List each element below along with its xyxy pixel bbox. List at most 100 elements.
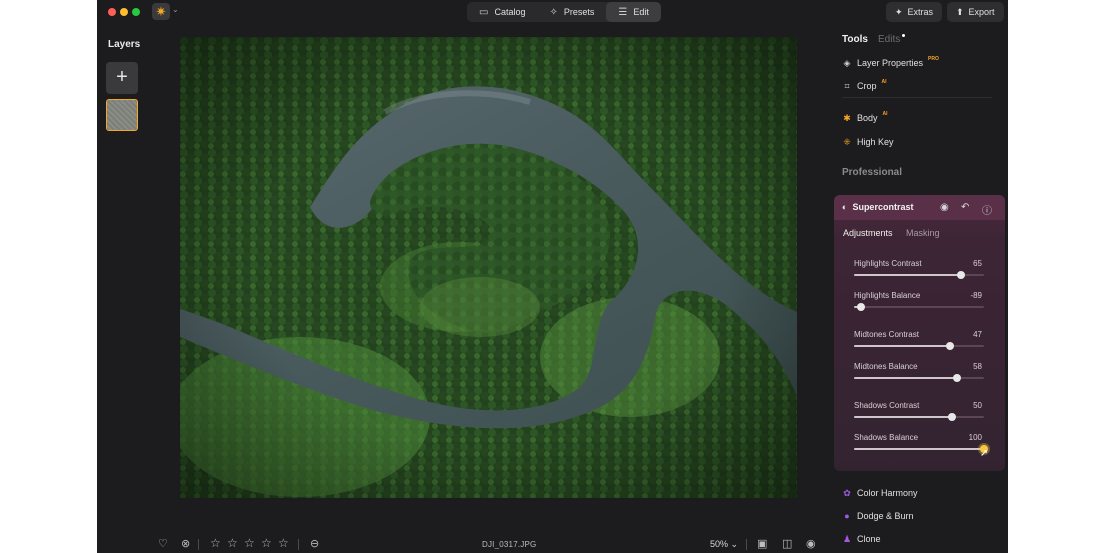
layer-thumbnail[interactable] xyxy=(106,99,138,131)
ai-badge: AI xyxy=(882,111,888,117)
tool-dodge-burn[interactable]: ● Dodge & Burn xyxy=(842,509,914,523)
undo-icon[interactable]: ↶ xyxy=(961,202,969,213)
clone-icon: ♟ xyxy=(842,533,852,544)
slider-fill xyxy=(854,377,957,379)
tool-label: Dodge & Burn xyxy=(857,511,914,521)
presets-tab[interactable]: ✧ Presets xyxy=(537,2,606,22)
sparkle-icon: ✦ xyxy=(895,6,903,17)
extras-label: Extras xyxy=(907,7,934,17)
preview-eye-icon[interactable]: ◉ xyxy=(806,537,816,550)
star-3-icon[interactable]: ☆ xyxy=(244,536,255,550)
supercontrast-panel: ◐ Supercontrast ◉ ↶ ⓘ Adjustments Maskin… xyxy=(834,195,1005,471)
slider-track[interactable] xyxy=(854,445,988,453)
bottom-toolbar: ♡ ⊗ ☆ ☆ ☆ ☆ ☆ ⊖ DJI_0317.JPG 50% ⌄ ▣ ◫ ◉ xyxy=(97,533,837,553)
contrast-icon: ◐ xyxy=(842,202,848,212)
folder-icon: ▭ xyxy=(479,6,489,18)
body-icon: ✱ xyxy=(843,112,851,123)
side-by-side-icon[interactable]: ◫ xyxy=(782,537,792,550)
slider-value: 65 xyxy=(973,259,982,268)
tool-label: Color Harmony xyxy=(857,488,918,498)
tool-high-key[interactable]: ⁜ High Key xyxy=(842,135,894,149)
slider-fill xyxy=(854,416,952,418)
add-layer-button[interactable]: + xyxy=(106,62,138,94)
slider-value: 47 xyxy=(973,330,982,339)
file-name: DJI_0317.JPG xyxy=(482,540,537,549)
slider-track[interactable] xyxy=(854,413,984,421)
visibility-eye-icon[interactable]: ◉ xyxy=(940,202,949,213)
pointer-cursor-icon: ➚ xyxy=(980,448,989,459)
slider-knob[interactable] xyxy=(857,303,866,311)
slider-track[interactable] xyxy=(854,342,984,350)
compare-split-icon[interactable]: ▣ xyxy=(757,537,767,550)
slider-knob[interactable] xyxy=(957,271,966,279)
layers-icon: ◈ xyxy=(843,57,851,68)
slider-label: Midtones Contrast xyxy=(854,330,919,339)
slider-label: Shadows Balance xyxy=(854,433,919,442)
star-2-icon[interactable]: ☆ xyxy=(227,536,238,550)
slider-label: Highlights Balance xyxy=(854,291,921,300)
minus-circle-icon[interactable]: ⊖ xyxy=(310,537,319,550)
color-harmony-icon: ✿ xyxy=(843,487,851,498)
tool-crop[interactable]: ⌗ Crop AI xyxy=(842,79,886,93)
pro-badge: PRO xyxy=(928,56,939,62)
slider-track[interactable] xyxy=(854,303,984,311)
sun-logo-icon[interactable]: ✷ xyxy=(152,3,170,20)
extras-button[interactable]: ✦ Extras xyxy=(886,2,943,22)
photo-canvas[interactable] xyxy=(180,37,797,498)
aerial-forest-river-photo xyxy=(180,37,797,498)
slider-label: Highlights Contrast xyxy=(854,259,922,268)
mode-switcher: ▭ Catalog ✧ Presets ☰ Edit xyxy=(467,2,661,22)
tool-label: High Key xyxy=(857,137,894,147)
tab-edits[interactable]: Edits xyxy=(878,34,900,45)
star-5-icon[interactable]: ☆ xyxy=(278,536,289,550)
supercontrast-header[interactable]: ◐ Supercontrast ◉ ↶ ⓘ xyxy=(834,195,1005,220)
slider-knob[interactable] xyxy=(945,342,954,350)
export-button[interactable]: ⬆ Export xyxy=(947,2,1004,22)
tool-color-harmony[interactable]: ✿ Color Harmony xyxy=(842,486,918,500)
star-4-icon[interactable]: ☆ xyxy=(261,536,272,550)
high-key-icon: ⁜ xyxy=(843,136,851,147)
sliders-icon: ☰ xyxy=(618,6,628,18)
toolbar-divider xyxy=(746,539,747,550)
slider-knob[interactable] xyxy=(952,374,961,382)
layers-title: Layers xyxy=(108,39,141,50)
info-icon[interactable]: ⓘ xyxy=(982,202,992,217)
reject-icon[interactable]: ⊗ xyxy=(181,537,190,550)
export-label: Export xyxy=(968,7,995,17)
minimize-window-button[interactable] xyxy=(120,8,128,16)
tab-tools[interactable]: Tools xyxy=(842,34,868,45)
section-divider xyxy=(842,97,992,98)
chevron-down-icon[interactable]: ⌄ xyxy=(172,5,179,14)
slider-value: 58 xyxy=(973,362,982,371)
catalog-tab-label: Catalog xyxy=(494,7,526,17)
slider-fill xyxy=(854,345,950,347)
slider-fill xyxy=(854,274,962,276)
tool-body[interactable]: ✱ Body AI xyxy=(842,111,888,125)
crop-icon: ⌗ xyxy=(844,80,850,91)
plus-icon: + xyxy=(116,66,128,88)
zoom-window-button[interactable] xyxy=(132,8,140,16)
slider-value: 50 xyxy=(973,401,982,410)
slider-knob[interactable] xyxy=(947,413,956,421)
zoom-dropdown[interactable]: 50% ⌄ xyxy=(710,539,738,550)
section-professional: Professional xyxy=(842,167,903,178)
star-1-icon[interactable]: ☆ xyxy=(210,536,221,550)
slider-label: Shadows Contrast xyxy=(854,401,920,410)
supercontrast-title: Supercontrast xyxy=(852,202,914,212)
tool-layer-properties[interactable]: ◈ Layer Properties PRO xyxy=(842,56,939,70)
presets-tab-label: Presets xyxy=(563,7,595,17)
slider-label: Midtones Balance xyxy=(854,362,918,371)
supercontrast-title-wrap: ◐ Supercontrast xyxy=(842,202,913,212)
heart-icon[interactable]: ♡ xyxy=(158,537,168,550)
slider-track[interactable] xyxy=(854,271,984,279)
close-window-button[interactable] xyxy=(108,8,116,16)
edits-indicator-dot xyxy=(902,34,905,37)
catalog-tab[interactable]: ▭ Catalog xyxy=(467,2,537,22)
tab-adjustments[interactable]: Adjustments xyxy=(843,228,893,238)
luminar-window: ✷ ⌄ ▭ Catalog ✧ Presets ☰ Edit ✦ Extras … xyxy=(97,0,1008,553)
slider-track[interactable] xyxy=(854,374,984,382)
tab-masking[interactable]: Masking xyxy=(906,228,940,238)
zoom-level: 50% xyxy=(710,539,729,549)
tool-clone[interactable]: ♟ Clone xyxy=(842,532,881,546)
edit-tab[interactable]: ☰ Edit xyxy=(606,2,661,22)
